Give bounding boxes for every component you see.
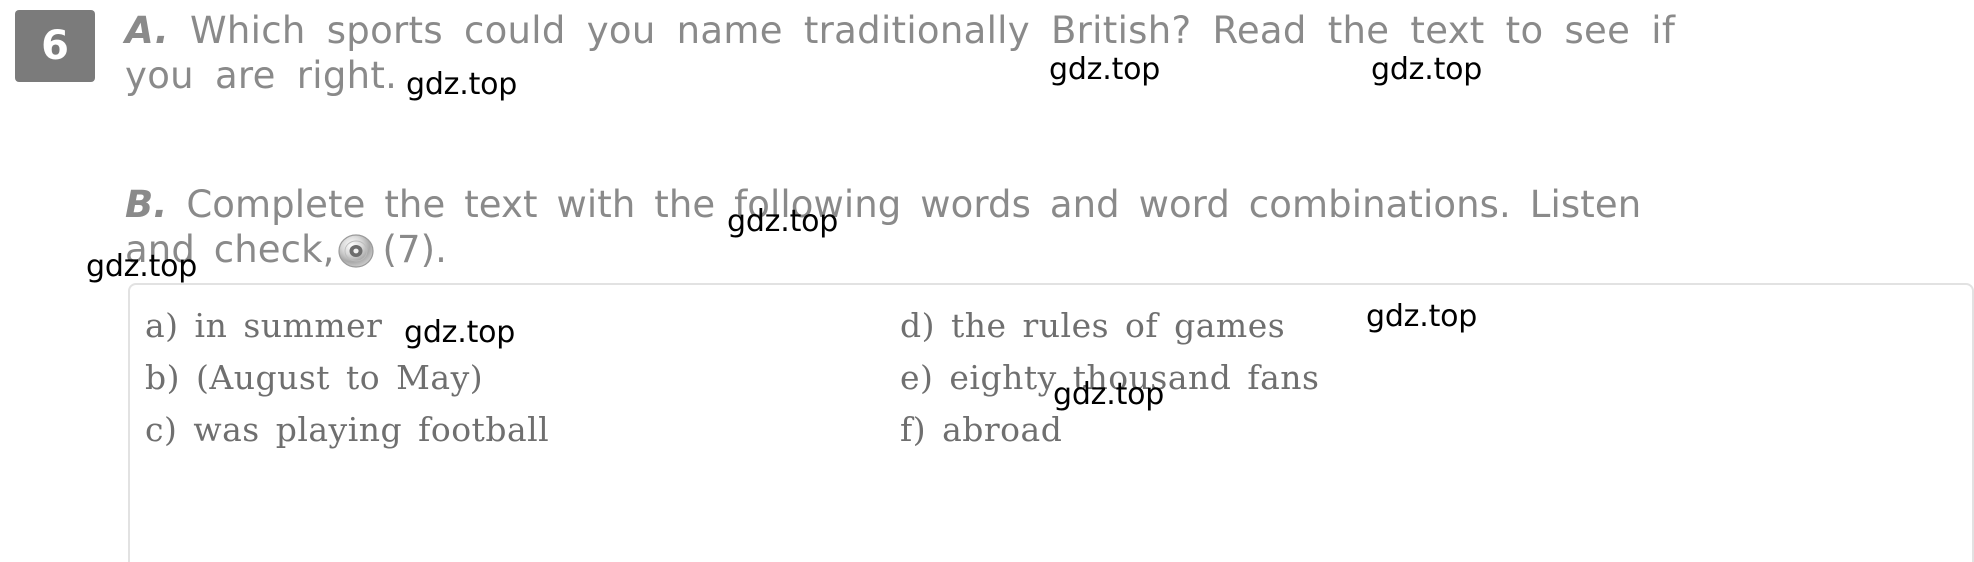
watermark: gdz.top xyxy=(1053,377,1165,412)
task-a-line1: Which sports could you name traditionall… xyxy=(190,9,1676,52)
cd-disc-icon xyxy=(336,233,376,268)
task-b-line1: Complete the text with the following wor… xyxy=(186,183,1642,226)
exercise-page: 6 A. Which sports could you name traditi… xyxy=(0,0,1974,562)
watermark: gdz.top xyxy=(86,249,198,284)
task-a-marker: A. xyxy=(125,9,169,52)
task-b-marker: B. xyxy=(125,183,168,226)
watermark: gdz.top xyxy=(1366,299,1478,334)
option-item-b: b) (August to May) xyxy=(145,358,484,397)
watermark: gdz.top xyxy=(1049,52,1161,87)
task-b-line2-after: (7). xyxy=(382,228,448,271)
exercise-number-badge: 6 xyxy=(15,10,95,82)
watermark: gdz.top xyxy=(404,315,516,350)
watermark: gdz.top xyxy=(1371,52,1483,87)
watermark: gdz.top xyxy=(727,204,839,239)
option-item-c: c) was playing football xyxy=(145,410,550,449)
task-b: B. Complete the text with the following … xyxy=(125,182,1641,272)
watermark: gdz.top xyxy=(406,67,518,102)
option-item-d: d) the rules of games xyxy=(900,306,1286,345)
